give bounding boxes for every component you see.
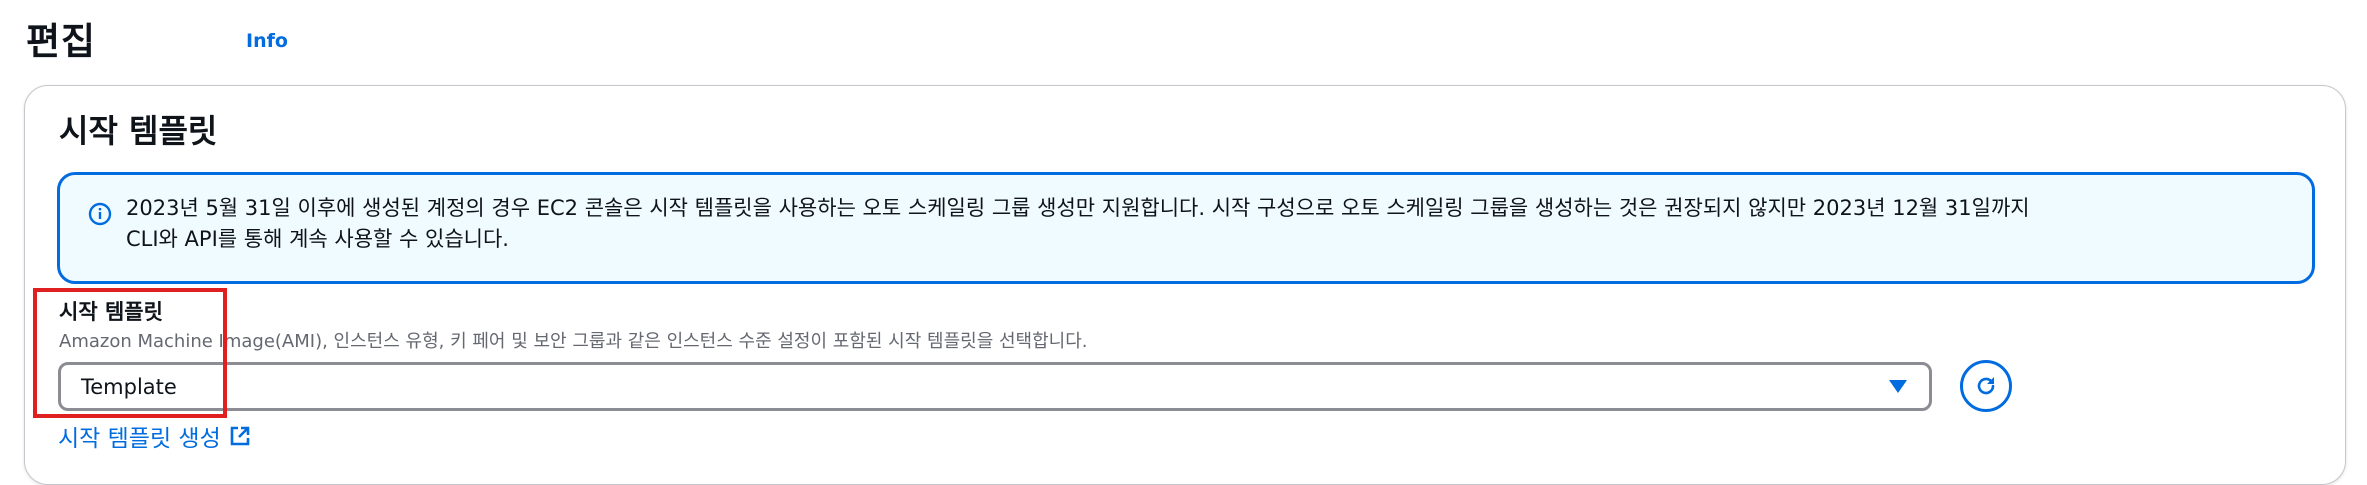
launch-template-selected-value: Template <box>81 375 177 399</box>
external-link-icon <box>230 426 250 446</box>
alert-line-2: CLI와 API를 통해 계속 사용할 수 있습니다. <box>126 227 509 251</box>
launch-template-label: 시작 템플릿 <box>59 300 163 324</box>
launch-template-select[interactable]: Template <box>58 362 1932 411</box>
launch-template-description: Amazon Machine Image(AMI), 인스턴스 유형, 키 페어… <box>59 331 1088 352</box>
create-launch-template-link[interactable]: 시작 템플릿 생성 <box>58 419 251 453</box>
refresh-button[interactable] <box>1960 360 2012 412</box>
alert-message: 2023년 5월 31일 이후에 생성된 계정의 경우 EC2 콘솔은 시작 템… <box>126 193 2276 255</box>
refresh-icon <box>1977 377 1995 395</box>
create-launch-template-label: 시작 템플릿 생성 <box>58 426 221 452</box>
alert-line-1: 2023년 5월 31일 이후에 생성된 계정의 경우 EC2 콘솔은 시작 템… <box>126 196 2030 220</box>
container-title: 시작 템플릿 <box>59 112 218 150</box>
caret-down-icon <box>1889 380 1907 393</box>
launch-template-container: 시작 템플릿 2023년 5월 31일 이후에 생성된 계정의 경우 EC2 콘… <box>24 85 2346 485</box>
info-link[interactable]: Info <box>246 30 288 52</box>
info-alert: 2023년 5월 31일 이후에 생성된 계정의 경우 EC2 콘솔은 시작 템… <box>57 172 2315 284</box>
page-title: 편집 <box>26 20 97 63</box>
page-header: 편집 <box>26 8 96 68</box>
info-icon <box>88 202 112 226</box>
